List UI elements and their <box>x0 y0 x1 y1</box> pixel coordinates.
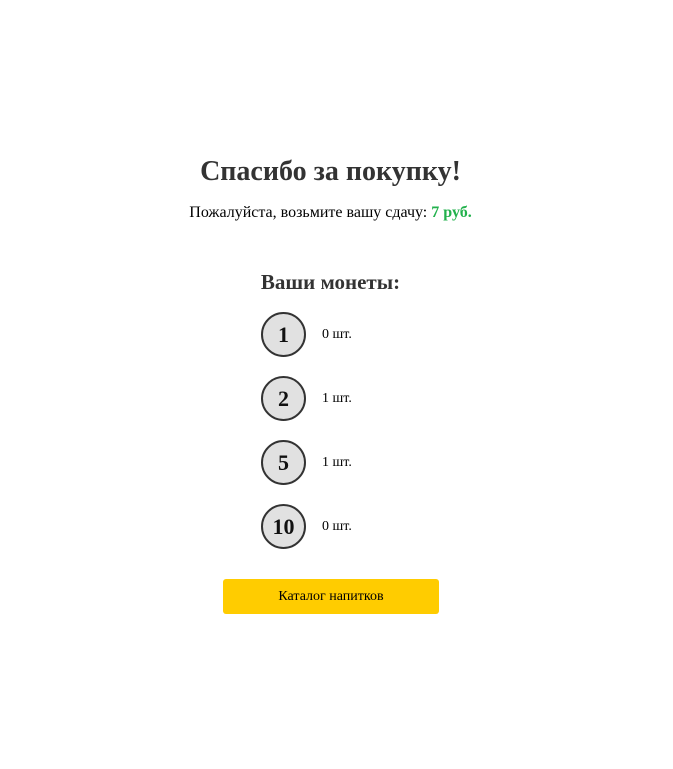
coin-row-1: 1 0 шт. <box>261 312 461 376</box>
page: Спасибо за покупку! Пожалуйста, возьмите… <box>0 0 661 769</box>
coin-icon: 1 <box>261 312 306 357</box>
coin-count: 1 шт. <box>322 455 352 470</box>
catalog-button[interactable]: Каталог напитков <box>223 579 439 614</box>
coin-count: 1 шт. <box>322 391 352 406</box>
page-title: Спасибо за покупку! <box>200 156 461 187</box>
coin-count: 0 шт. <box>322 327 352 342</box>
coin-icon: 10 <box>261 504 306 549</box>
coin-icon: 2 <box>261 376 306 421</box>
change-message: Пожалуйста, возьмите вашу сдачу: 7 руб. <box>0 202 661 224</box>
change-message-text: Пожалуйста, возьмите вашу сдачу: <box>189 204 432 221</box>
coin-row-2: 2 1 шт. <box>261 376 461 440</box>
change-amount: 7 руб. <box>431 204 472 221</box>
coins-title: Ваши монеты: <box>260 270 401 294</box>
coin-icon: 5 <box>261 440 306 485</box>
coin-count: 0 шт. <box>322 519 352 534</box>
coin-row-10: 10 0 шт. <box>261 504 461 568</box>
coin-list: 1 0 шт. 2 1 шт. 5 1 шт. 10 0 шт. <box>261 312 461 568</box>
coin-row-5: 5 1 шт. <box>261 440 461 504</box>
